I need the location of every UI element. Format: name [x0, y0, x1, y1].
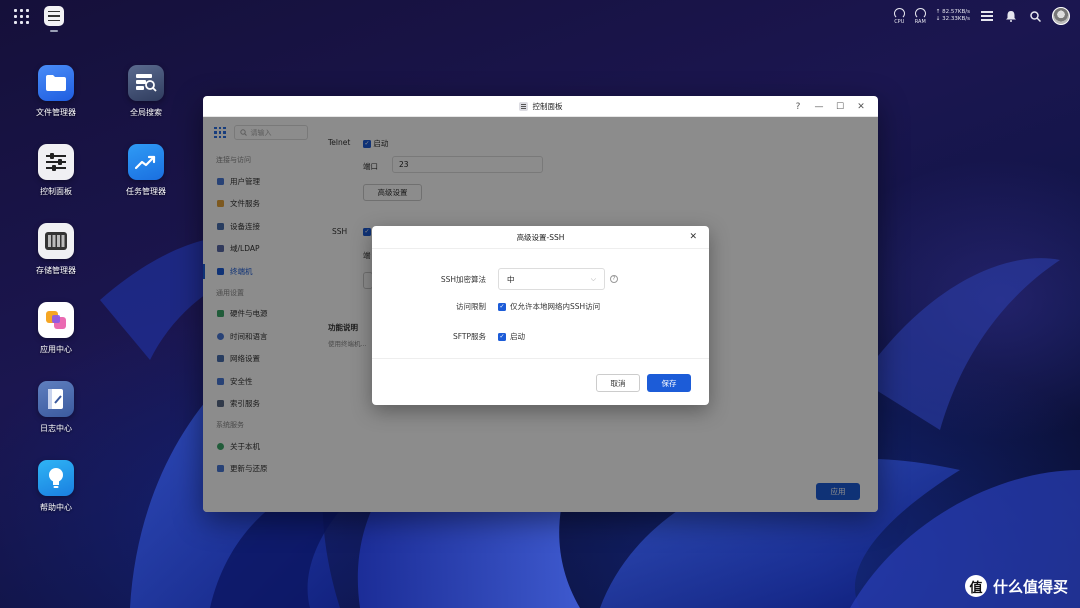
chevron-down-icon: ⌵ — [590, 274, 596, 283]
watermark-badge: 值 — [964, 575, 987, 597]
trend-chart-icon — [128, 144, 164, 180]
folder-icon — [38, 65, 74, 101]
task-list-icon[interactable] — [980, 9, 994, 23]
watermark-text: 什么值得买 — [992, 577, 1068, 596]
access-limit-option[interactable]: 仅允许本地网络内SSH访问 — [510, 301, 600, 312]
app-center-icon — [38, 302, 74, 338]
app-launcher-icon[interactable] — [10, 5, 32, 27]
log-book-icon — [38, 381, 74, 417]
search-icon[interactable] — [1028, 9, 1042, 23]
user-avatar[interactable] — [1052, 7, 1070, 25]
desktop-icon-control-panel[interactable]: 控制面板 — [21, 144, 91, 197]
lightbulb-icon — [38, 460, 74, 496]
desktop-icon-global-search[interactable]: 全局搜索 — [111, 65, 181, 118]
dialog-divider — [372, 358, 709, 359]
encryption-row: SSH加密算法 中 ⌵ ? — [372, 268, 618, 290]
notification-bell-icon[interactable] — [1004, 9, 1018, 23]
sftp-option[interactable]: 启动 — [510, 331, 525, 342]
watermark: 值 什么值得买 — [964, 575, 1068, 597]
minimize-button[interactable]: — — [814, 102, 824, 112]
dialog-close-icon[interactable]: ✕ — [689, 232, 697, 242]
access-limit-row: 访问限制 ✓ 仅允许本地网络内SSH访问 — [372, 301, 600, 312]
maximize-button[interactable]: ☐ — [835, 102, 845, 112]
sliders-icon — [38, 144, 74, 180]
cancel-button[interactable]: 取消 — [596, 374, 640, 392]
taskbar-control-panel-icon[interactable] — [44, 6, 64, 32]
ram-meter[interactable]: RAM — [914, 7, 926, 25]
search-server-icon — [128, 65, 164, 101]
dialog-title: 高级设置-SSH — [516, 232, 565, 242]
desktop-icon-log-center[interactable]: 日志中心 — [21, 381, 91, 434]
ssh-advanced-dialog: 高级设置-SSH ✕ SSH加密算法 中 ⌵ ? 访问限制 ✓ 仅允许本地网络内… — [372, 226, 709, 405]
access-limit-checkbox[interactable]: ✓ — [498, 302, 506, 311]
upload-speed: ↑ 82.57KB/s — [935, 9, 970, 15]
desktop-icon-help-center[interactable]: 帮助中心 — [21, 460, 91, 513]
download-speed: ↓ 32.33KB/s — [935, 16, 970, 22]
dialog-title-bar: 高级设置-SSH ✕ — [372, 226, 709, 249]
cpu-meter[interactable]: CPU — [893, 7, 905, 25]
sftp-row: SFTP服务 ✓ 启动 — [372, 331, 525, 342]
desktop-icon-file-manager[interactable]: 文件管理器 — [21, 65, 91, 118]
desktop-icon-task-manager[interactable]: 任务管理器 — [111, 144, 181, 197]
desktop-icon-app-center[interactable]: 应用中心 — [21, 302, 91, 355]
help-icon[interactable]: ? — [610, 275, 618, 283]
access-limit-label: 访问限制 — [456, 302, 486, 311]
window-title-bar[interactable]: 控制面板 ? — ☐ ✕ — [203, 96, 878, 117]
encryption-select[interactable]: 中 ⌵ — [498, 268, 605, 290]
help-button[interactable]: ? — [793, 102, 803, 112]
control-panel-icon — [518, 101, 528, 111]
top-bar: CPU RAM ↑ 82.57KB/s ↓ 32.33KB/s — [0, 0, 1080, 32]
window-title: 控制面板 — [532, 101, 563, 111]
encryption-label: SSH加密算法 — [440, 274, 486, 284]
save-button[interactable]: 保存 — [647, 374, 691, 392]
network-speed[interactable]: ↑ 82.57KB/s ↓ 32.33KB/s — [936, 9, 970, 23]
storage-drives-icon — [38, 223, 74, 259]
desktop-icon-storage-manager[interactable]: 存储管理器 — [21, 223, 91, 276]
sftp-checkbox[interactable]: ✓ — [498, 332, 506, 341]
sftp-label: SFTP服务 — [452, 332, 486, 341]
close-button[interactable]: ✕ — [856, 102, 866, 112]
